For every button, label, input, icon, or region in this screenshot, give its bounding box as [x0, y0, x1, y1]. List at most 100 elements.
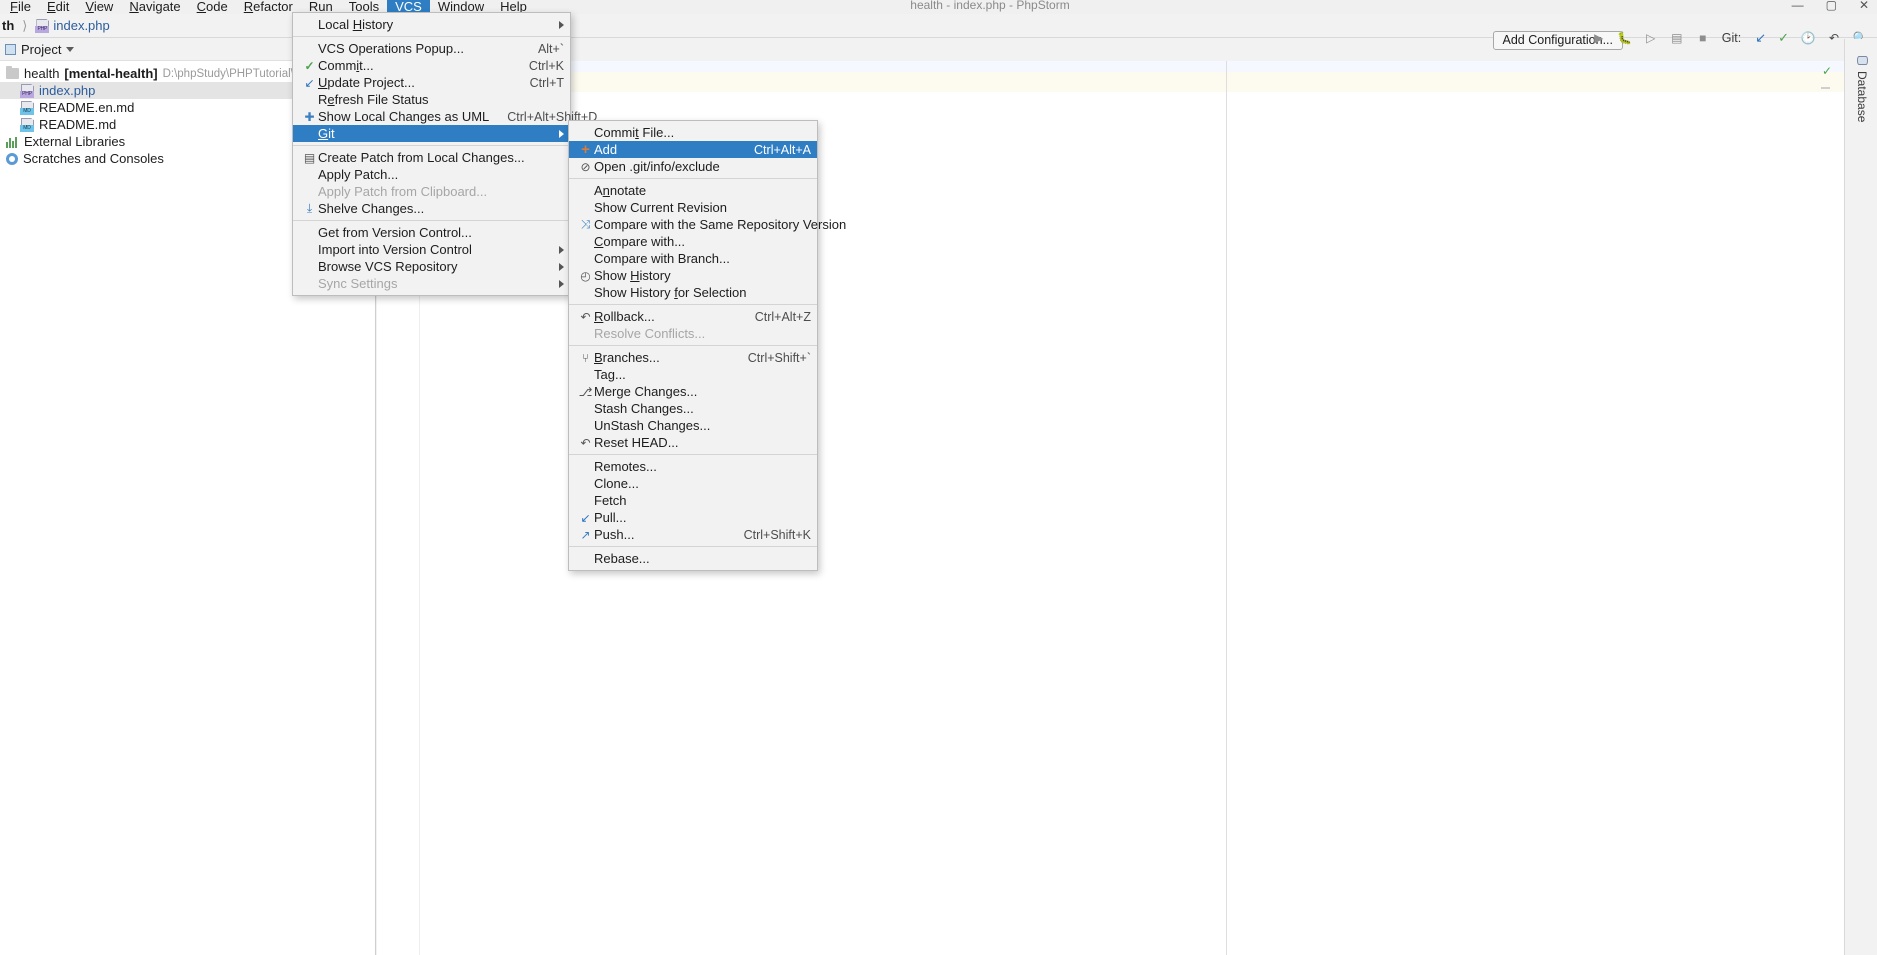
- php-file-icon: [35, 19, 50, 33]
- chevron-down-icon[interactable]: [66, 47, 75, 52]
- update-arrow-icon: ↙: [304, 75, 315, 90]
- menu-item-label: Pull...: [594, 510, 627, 525]
- tree-node-label: README.en.md: [39, 100, 135, 115]
- right-tool-strip[interactable]: Database: [1844, 39, 1877, 955]
- menu-item-clone[interactable]: Clone...: [569, 475, 817, 492]
- run-icon[interactable]: ▶: [1592, 31, 1606, 45]
- menu-separator: [569, 546, 817, 547]
- window-title: health - index.php - PhpStorm: [910, 0, 1070, 12]
- rollback-icon[interactable]: ↶: [1827, 31, 1841, 45]
- rollback-icon: ↶: [580, 309, 591, 324]
- menu-item-push[interactable]: ↗ Push... Ctrl+Shift+K: [569, 526, 817, 543]
- menu-item-label: Compare with Branch...: [594, 251, 730, 266]
- debug-icon[interactable]: 🐛: [1617, 31, 1632, 45]
- menu-item-apply-patch[interactable]: Apply Patch...: [293, 166, 570, 183]
- php-file-icon: [20, 84, 34, 98]
- menu-item-remotes[interactable]: Remotes...: [569, 458, 817, 475]
- editor-split-divider[interactable]: [1226, 61, 1227, 955]
- breadcrumb-file[interactable]: index.php: [53, 18, 109, 33]
- breadcrumb-project[interactable]: th: [2, 18, 14, 33]
- menu-item-shelve-changes[interactable]: ⤓ Shelve Changes...: [293, 200, 570, 217]
- menu-item-compare-with[interactable]: Compare with...: [569, 233, 817, 250]
- show-history-icon[interactable]: 🕑: [1801, 31, 1816, 45]
- branch-icon: ⑂: [581, 350, 590, 365]
- menu-item-stash-changes[interactable]: Stash Changes...: [569, 400, 817, 417]
- breadcrumb-separator-icon: ⟩: [22, 17, 28, 33]
- menu-item-label: Create Patch from Local Changes...: [318, 150, 525, 165]
- profile-icon[interactable]: ▤: [1670, 31, 1684, 45]
- uml-icon: ✚: [304, 109, 315, 124]
- menu-item-rebase[interactable]: Rebase...: [569, 550, 817, 567]
- menu-item-label: Show History: [594, 268, 671, 283]
- menu-item-label: VCS Operations Popup...: [318, 41, 464, 56]
- menu-item-show-current-revision[interactable]: Show Current Revision: [569, 199, 817, 216]
- inspection-ok-icon: ✓: [1821, 64, 1832, 78]
- menu-item-local-history[interactable]: Local History: [293, 16, 570, 33]
- menu-item-label: Annotate: [594, 183, 647, 198]
- menu-item-show-history-for-selection[interactable]: Show History for Selection: [569, 284, 817, 301]
- scratches-icon: [6, 152, 18, 165]
- git-submenu[interactable]: Commit File... + Add Ctrl+Alt+A ⊘ Open .git/i…: [568, 120, 847, 571]
- run-toolbar[interactable]: ▶ 🐛 ▷ ▤ ■ Git: ↙ ✓ 🕑 ↶ 🔍: [1592, 30, 1867, 46]
- tree-node-label: Scratches and Consoles: [23, 151, 164, 166]
- menu-item-label: Show History for Selection: [594, 285, 747, 300]
- menu-item-fetch[interactable]: Fetch: [569, 492, 817, 509]
- exclude-file-icon: ⊘: [580, 159, 591, 174]
- commit-icon[interactable]: ✓: [1778, 30, 1789, 46]
- submenu-arrow-icon: [559, 245, 564, 254]
- menu-item-open-git-info-exclude[interactable]: ⊘ Open .git/info/exclude: [569, 158, 817, 175]
- menu-item-update-project[interactable]: ↙ Update Project... Ctrl+T: [293, 74, 570, 91]
- update-project-icon[interactable]: ↙: [1755, 30, 1766, 46]
- menu-item-create-patch-from-local-changes[interactable]: ▤ Create Patch from Local Changes...: [293, 149, 570, 166]
- sidebar-item-database[interactable]: Database: [1850, 55, 1874, 122]
- menu-item-show-local-changes-as-uml[interactable]: ✚ Show Local Changes as UML Ctrl+Alt+Shift…: [293, 108, 597, 125]
- minimize-button[interactable]: —: [1792, 0, 1804, 12]
- menu-item-label: Browse VCS Repository: [318, 259, 458, 274]
- menu-item-show-history[interactable]: ◴ Show History: [569, 267, 817, 284]
- menu-item-label: Git: [318, 126, 335, 141]
- menu-item-refresh-file-status[interactable]: Refresh File Status: [293, 91, 570, 108]
- menu-item-label: Clone...: [594, 476, 639, 491]
- menu-item-browse-vcs-repository[interactable]: Browse VCS Repository: [293, 258, 570, 275]
- stop-icon[interactable]: ■: [1696, 31, 1710, 45]
- menu-separator: [569, 304, 817, 305]
- menu-item-unstash-changes[interactable]: UnStash Changes...: [569, 417, 817, 434]
- menu-item-compare-with-branch[interactable]: Compare with Branch...: [569, 250, 817, 267]
- menu-item-label: Rollback...: [594, 309, 655, 324]
- vcs-dropdown-menu[interactable]: Local History VCS Operations Popup... Alt+…: [292, 12, 597, 296]
- menu-item-label: Update Project...: [318, 75, 415, 90]
- menu-item-label: Stash Changes...: [594, 401, 694, 416]
- menu-item-tag[interactable]: Tag...: [569, 366, 817, 383]
- database-icon: [1856, 56, 1868, 65]
- menu-item-commit-file[interactable]: Commit File...: [569, 124, 817, 141]
- menu-item-vcs-operations-popup[interactable]: VCS Operations Popup... Alt+`: [293, 40, 570, 57]
- navigation-bar: th ⟩ index.php Add Configuration... ▶ 🐛 …: [0, 14, 1877, 50]
- menu-item-label: Compare with the Same Repository Version: [594, 217, 847, 232]
- menu-item-label: Rebase...: [594, 551, 650, 566]
- menu-item-pull[interactable]: ↙ Pull...: [569, 509, 817, 526]
- menu-item-label: Refresh File Status: [318, 92, 429, 107]
- merge-icon: ⎇: [578, 384, 593, 399]
- menu-item-label: Fetch: [594, 493, 627, 508]
- close-button[interactable]: ✕: [1859, 0, 1869, 12]
- menu-item-merge-changes[interactable]: ⎇ Merge Changes...: [569, 383, 817, 400]
- menu-item-git[interactable]: Git: [293, 125, 570, 142]
- menu-item-rollback[interactable]: ↶ Rollback... Ctrl+Alt+Z: [569, 308, 817, 325]
- editor-highlight-row-2: [377, 72, 1844, 92]
- window-controls[interactable]: — ▢ ✕: [1792, 0, 1869, 12]
- menu-item-reset-head[interactable]: ↶ Reset HEAD...: [569, 434, 817, 451]
- maximize-button[interactable]: ▢: [1826, 0, 1837, 12]
- menu-item-shortcut: Alt+`: [537, 41, 564, 56]
- menu-item-get-from-version-control[interactable]: Get from Version Control...: [293, 224, 570, 241]
- phpstorm-window: health - index.php - PhpStorm — ▢ ✕ File…: [0, 0, 1877, 955]
- run-with-coverage-icon[interactable]: ▷: [1644, 31, 1658, 45]
- menu-item-add[interactable]: + Add Ctrl+Alt+A: [569, 141, 817, 158]
- breadcrumb[interactable]: th ⟩ index.php: [2, 18, 110, 34]
- menu-item-commit[interactable]: ✓ Commit... Ctrl+K: [293, 57, 570, 74]
- menu-item-branches[interactable]: ⑂ Branches... Ctrl+Shift+`: [569, 349, 817, 366]
- menu-item-import-into-version-control[interactable]: Import into Version Control: [293, 241, 570, 258]
- menu-item-compare-with-the-same-repository-version[interactable]: ⤨ Compare with the Same Repository Versio…: [569, 216, 847, 233]
- menu-item-annotate[interactable]: Annotate: [569, 182, 817, 199]
- menu-item-label: Apply Patch from Clipboard...: [318, 184, 488, 199]
- menu-item-label: Reset HEAD...: [594, 435, 679, 450]
